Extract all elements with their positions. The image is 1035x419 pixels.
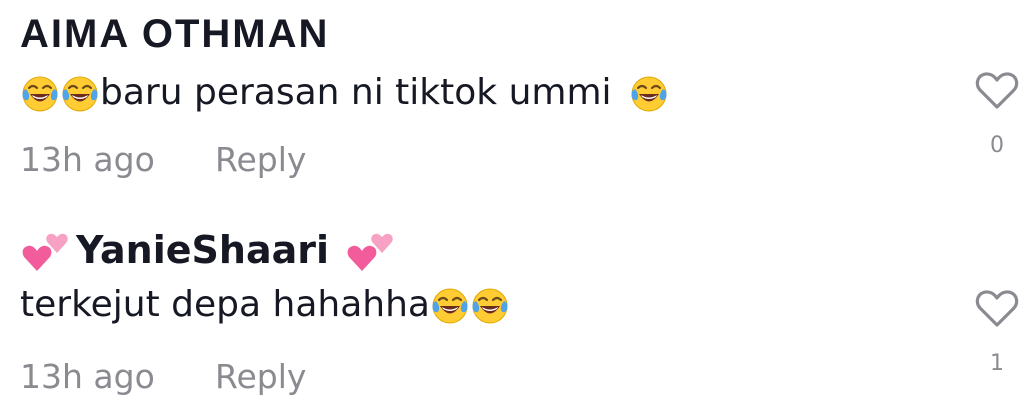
comment-item: YanieShaari terkejut depa hahahha 13h ag… [0,205,1035,419]
comment-text: baru perasan ni tiktok ummi [100,72,623,113]
comment-body: terkejut depa hahahha [20,284,510,325]
comment-meta: 13h ago Reply [20,357,306,396]
laughing-tears-emoji-icon [470,285,510,325]
laughing-tears-emoji-icon [430,285,470,325]
heart-outline-icon[interactable] [975,70,1019,110]
like-count: 0 [990,133,1004,158]
like-count: 1 [990,351,1004,376]
laughing-tears-emoji-icon [629,73,669,113]
comment-item: AIMA OTHMAN baru perasan ni tiktok ummi … [0,0,1035,205]
like-control: 0 [973,70,1021,158]
comment-username[interactable]: YanieShaari [76,228,329,272]
laughing-tears-emoji-icon [20,73,60,113]
laughing-tears-emoji-icon [60,73,100,113]
comment-username[interactable]: AIMA OTHMAN [20,12,329,57]
comment-body: baru perasan ni tiktok ummi [20,72,669,113]
reply-button[interactable]: Reply [215,357,306,396]
comment-timestamp: 13h ago [20,140,155,179]
reply-button[interactable]: Reply [215,140,306,179]
two-hearts-emoji-icon [345,227,395,273]
like-control: 1 [973,288,1021,376]
heart-outline-icon[interactable] [975,288,1019,328]
two-hearts-emoji-icon [20,227,70,273]
comment-meta: 13h ago Reply [20,140,306,179]
comment-timestamp: 13h ago [20,357,155,396]
comment-text: terkejut depa hahahha [20,284,430,325]
comment-username-row: YanieShaari [20,227,395,273]
